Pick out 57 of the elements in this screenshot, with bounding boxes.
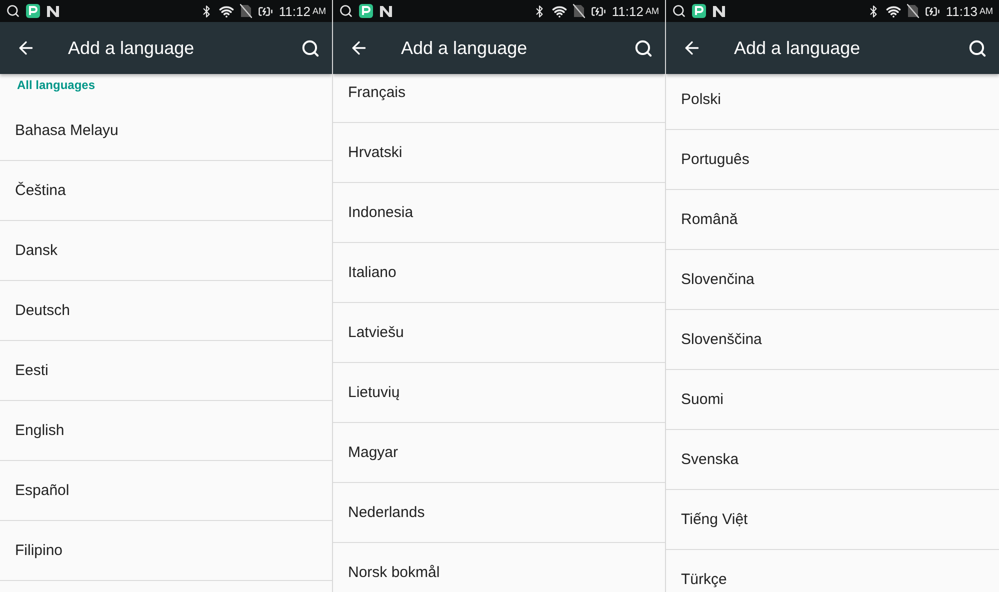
language-item[interactable]: Português	[666, 130, 999, 190]
n-app-icon	[712, 4, 726, 18]
language-item[interactable]: Slovenčina	[666, 250, 999, 310]
search-icon	[672, 4, 686, 18]
status-meridiem: AM	[980, 6, 993, 16]
language-item[interactable]: Español	[0, 461, 332, 521]
language-item[interactable]: Deutsch	[0, 281, 332, 341]
app-icon	[692, 4, 706, 18]
n-app-icon	[46, 4, 60, 18]
search-icon	[6, 4, 20, 18]
app-icon	[26, 4, 40, 18]
language-item[interactable]: Lietuvių	[333, 363, 665, 423]
n-app-icon	[379, 4, 393, 18]
search-button[interactable]	[301, 38, 320, 58]
status-time: 11:12	[278, 4, 310, 18]
search-button[interactable]	[968, 38, 987, 58]
language-item[interactable]: Italiano	[333, 243, 665, 303]
wifi-icon	[218, 4, 234, 18]
app-icon	[359, 4, 373, 18]
status-time: 11:13	[946, 4, 978, 18]
status-meridiem: AM	[646, 6, 659, 16]
wifi-icon	[552, 4, 567, 18]
language-item[interactable]: Svenska	[666, 430, 999, 490]
language-item[interactable]: Indonesia	[333, 183, 665, 243]
language-item[interactable]: Eesti	[0, 341, 332, 401]
app-bar-title: Add a language	[68, 38, 196, 58]
no-sim-icon	[240, 4, 252, 18]
section-header: All languages	[16, 77, 96, 94]
search-icon	[339, 4, 353, 18]
language-item[interactable]: Slovenščina	[666, 310, 999, 370]
language-item[interactable]: Nederlands	[333, 483, 665, 543]
no-sim-icon	[906, 4, 919, 18]
language-item[interactable]: Filipino	[0, 521, 332, 581]
search-icon	[968, 38, 987, 58]
language-item[interactable]: English	[0, 401, 332, 461]
language-item[interactable]: Türkçe	[666, 550, 999, 592]
language-item[interactable]: Français	[333, 74, 665, 123]
no-sim-icon	[572, 4, 585, 18]
language-item[interactable]: Magyar	[333, 423, 665, 483]
status-meridiem: AM	[312, 6, 326, 16]
wifi-icon	[886, 4, 901, 18]
language-item[interactable]: Dansk	[0, 221, 332, 281]
app-bar-title: Add a language	[734, 38, 862, 58]
language-item[interactable]: Suomi	[666, 370, 999, 430]
status-time: 11:12	[612, 4, 644, 18]
language-item[interactable]: Română	[666, 190, 999, 250]
search-icon	[634, 38, 653, 58]
language-item[interactable]: Norsk bokmål	[333, 543, 665, 592]
language-item[interactable]: Hrvatski	[333, 123, 665, 183]
language-item[interactable]: Bahasa Melayu	[0, 101, 332, 161]
search-button[interactable]	[634, 38, 653, 58]
language-item[interactable]: Tiếng Việt	[666, 490, 999, 550]
language-item[interactable]: Latviešu	[333, 303, 665, 363]
language-item[interactable]: Polski	[666, 74, 999, 130]
language-item[interactable]: Čeština	[0, 161, 332, 221]
app-bar-title: Add a language	[401, 38, 528, 58]
search-icon	[301, 38, 320, 58]
